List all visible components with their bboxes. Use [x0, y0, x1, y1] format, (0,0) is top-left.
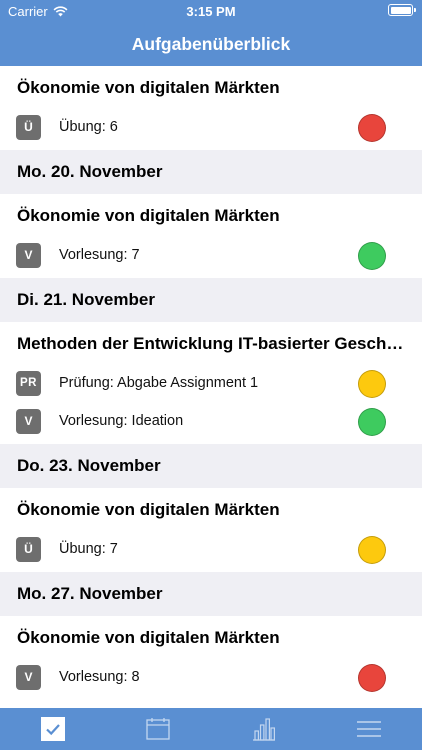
task-list[interactable]: Ökonomie von digitalen Märkten Ü Übung: 6 M… — [0, 66, 422, 708]
calendar-icon — [146, 718, 170, 740]
date-header: Di. 21. November — [0, 278, 422, 322]
tab-overview[interactable] — [0, 708, 106, 750]
date-header: Mo. 20. November — [0, 150, 422, 194]
task-row[interactable]: V Vorlesung: 7 — [0, 236, 422, 274]
status-indicator-green — [358, 242, 386, 270]
course-title[interactable]: Ökonomie von digitalen Märkten — [0, 194, 422, 236]
task-row[interactable]: Ü Übung: 7 — [0, 530, 422, 568]
page-title: Aufgabenüberblick — [131, 34, 291, 54]
task-row[interactable]: Ü Übung: 6 — [0, 108, 422, 146]
task-label: Prüfung: Abgabe Assignment 1 — [59, 375, 259, 391]
task-label: Vorlesung: 8 — [59, 669, 140, 685]
task-row[interactable]: V Vorlesung: Ideation — [0, 402, 422, 440]
course-title[interactable]: Ökonomie von digitalen Märkten — [0, 66, 422, 108]
date-header: Mo. 27. November — [0, 572, 422, 616]
task-row[interactable]: PR Prüfung: Abgabe Assignment 1 — [0, 364, 422, 402]
task-type-badge: Ü — [16, 115, 41, 140]
tab-statistics[interactable] — [211, 708, 317, 750]
date-header: Do. 23. November — [0, 444, 422, 488]
status-time: 3:15 PM — [186, 4, 236, 19]
status-indicator-red — [358, 114, 386, 142]
tab-menu[interactable] — [317, 708, 422, 750]
course-title[interactable]: Ökonomie von digitalen Märkten — [0, 616, 422, 658]
hamburger-menu-icon — [357, 721, 382, 737]
task-row[interactable]: V Vorlesung: 8 — [0, 658, 422, 696]
tab-bar — [0, 708, 422, 750]
task-label: Übung: 6 — [59, 119, 118, 135]
status-bar: Carrier 3:15 PM — [0, 0, 422, 22]
task-label: Vorlesung: 7 — [59, 247, 140, 263]
bar-chart-icon — [252, 718, 275, 741]
task-type-badge: Ü — [16, 537, 41, 562]
status-indicator-green — [358, 408, 386, 436]
course-title[interactable]: Ökonomie von digitalen Märkten — [0, 488, 422, 530]
navigation-bar: Aufgabenüberblick — [0, 22, 422, 66]
task-type-badge: V — [16, 665, 41, 690]
status-indicator-yellow — [358, 536, 386, 564]
tab-calendar[interactable] — [106, 708, 212, 750]
course-title[interactable]: Methoden der Entwicklung IT-basierter Ge… — [0, 322, 422, 364]
task-type-badge: V — [16, 243, 41, 268]
task-label: Vorlesung: Ideation — [59, 413, 184, 429]
task-label: Übung: 7 — [59, 541, 118, 557]
checkmark-icon — [40, 717, 65, 741]
task-type-badge: V — [16, 409, 41, 434]
battery-icon — [388, 4, 416, 16]
status-indicator-red — [358, 664, 386, 692]
status-indicator-yellow — [358, 370, 386, 398]
task-type-badge: PR — [16, 371, 41, 396]
